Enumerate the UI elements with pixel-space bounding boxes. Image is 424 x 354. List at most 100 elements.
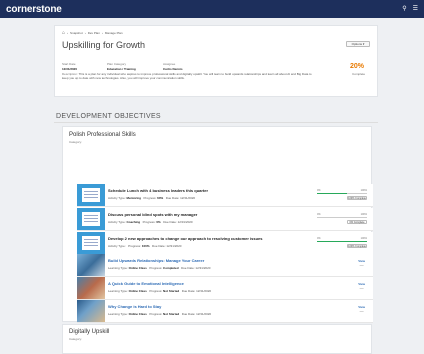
start-date-value: 12/31/2020 xyxy=(62,67,78,71)
breadcrumb-dev-plan[interactable]: Dev Plan xyxy=(88,31,100,35)
status-dash: — xyxy=(359,262,364,267)
plan-percent-label: Complete xyxy=(352,72,365,76)
item-title[interactable]: Develop 2 new approaches to change our a… xyxy=(108,236,263,241)
plan-category: Plan Category Education / Training xyxy=(107,62,136,71)
item-title[interactable]: Build Upwards Relationships: Manage Your… xyxy=(108,258,204,263)
item-meta: Learning Type: Online Class Progress: No… xyxy=(108,312,211,316)
complete-button[interactable]: 100% Complete xyxy=(347,244,367,248)
item-meta: Activity Type: Progress: 100% Due Date: … xyxy=(108,244,181,248)
due-label: Due Date: xyxy=(163,220,177,224)
complete-button[interactable]: 100% Complete xyxy=(347,196,367,200)
course-thumbnail[interactable] xyxy=(77,254,105,276)
plan-category-label: Plan Category xyxy=(107,62,127,66)
due-label: Due Date: xyxy=(165,196,180,200)
type-value: Mentoring xyxy=(126,196,141,200)
progress-max: 100% xyxy=(360,213,367,216)
type-value: Coaching xyxy=(126,220,141,224)
due-value: 12/31/2020 xyxy=(195,266,211,270)
chevron-right-icon: › xyxy=(84,31,86,35)
due-label: Due Date: xyxy=(181,289,196,293)
assignee: Assignee Curtis Dennis xyxy=(163,62,183,71)
progress-bar[interactable] xyxy=(317,193,367,194)
item-meta: Learning Type: Online Class Progress: Co… xyxy=(108,266,210,270)
top-bar: cornerstone ⚲ ☰ xyxy=(0,0,424,18)
breadcrumb-snapshot[interactable]: Snapshot xyxy=(70,31,83,35)
options-button[interactable]: Options ▾ xyxy=(346,41,370,47)
chevron-right-icon: › xyxy=(101,31,103,35)
progress-value: Not Started xyxy=(163,312,180,316)
list-item: A Quick Guide to Emotional Intelligence … xyxy=(77,277,373,300)
list-item: Develop 2 new approaches to change our a… xyxy=(77,232,373,255)
assignee-value: Curtis Dennis xyxy=(163,67,183,71)
progress-max: 100% xyxy=(360,189,367,192)
document-thumbnail[interactable] xyxy=(77,232,105,254)
progress-label: Progress: xyxy=(149,312,163,316)
due-value: 12/31/2020 xyxy=(180,196,196,200)
due-label: Due Date: xyxy=(181,312,196,316)
start-date-label: Start Date xyxy=(62,62,76,66)
objective-title[interactable]: Polish Professional Skills xyxy=(69,132,136,138)
search-icon[interactable]: ⚲ xyxy=(402,5,406,12)
progress-bar[interactable] xyxy=(317,217,367,218)
item-meta: Activity Type: Coaching Progress: 0% Due… xyxy=(108,220,193,224)
plan-percent: 20% xyxy=(349,63,364,70)
logo[interactable]: cornerstone xyxy=(6,4,62,15)
progress-label: Progress: xyxy=(149,266,163,270)
item-title[interactable]: A Quick Guide to Emotional Intelligence xyxy=(108,281,184,286)
complete-button[interactable]: 0% Complete xyxy=(347,220,367,224)
objective-title[interactable]: Digitally Upskill xyxy=(69,329,109,335)
due-label: Due Date: xyxy=(181,266,195,270)
objective-card: Polish Professional Skills Category: Sch… xyxy=(62,126,373,337)
type-value: Online Class xyxy=(128,289,147,293)
breadcrumb: ⌂ › Snapshot › Dev Plan › Manage Plan xyxy=(62,30,123,36)
item-title[interactable]: Discuss personal blind spots with my man… xyxy=(108,212,197,217)
breadcrumb-manage-plan: Manage Plan xyxy=(104,31,123,35)
document-thumbnail[interactable] xyxy=(77,208,105,230)
course-thumbnail[interactable] xyxy=(77,277,105,299)
item-meta: Learning Type: Online Class Progress: No… xyxy=(108,289,211,293)
progress-label: Progress: xyxy=(142,220,156,224)
progress-widget: 0% 100% 100% Complete xyxy=(317,237,367,248)
list-item: Why Change is Hard to Stay Learning Type… xyxy=(77,300,373,323)
progress-value: 100% xyxy=(141,244,150,248)
progress-label: Progress: xyxy=(149,289,163,293)
progress-fill xyxy=(317,241,367,242)
type-value: Online Class xyxy=(128,312,147,316)
due-value: 12/31/2020 xyxy=(196,312,212,316)
course-thumbnail[interactable] xyxy=(77,300,105,322)
section-title: DEVELOPMENT OBJECTIVES xyxy=(56,113,161,120)
view-box: View — xyxy=(358,282,365,290)
objective-category: Category: xyxy=(69,337,83,341)
assignee-label: Assignee xyxy=(163,62,176,66)
item-title[interactable]: Why Change is Hard to Stay xyxy=(108,304,161,309)
type-label: Learning Type: xyxy=(108,289,128,293)
type-label: Activity Type: xyxy=(108,220,126,224)
type-label: Learning Type: xyxy=(108,266,128,270)
progress-bar[interactable] xyxy=(317,241,367,242)
home-icon[interactable]: ⌂ xyxy=(62,30,65,36)
plan-header: ⌂ › Snapshot › Dev Plan › Manage Plan Up… xyxy=(54,25,378,97)
type-label: Activity Type: xyxy=(108,196,126,200)
progress-max: 100% xyxy=(360,237,367,240)
divider xyxy=(54,122,378,123)
view-box: View — xyxy=(358,259,365,267)
progress-widget: 0% 100% 100% Complete xyxy=(317,189,367,200)
item-title[interactable]: Schedule Lunch with 4 business leaders t… xyxy=(108,188,208,193)
progress-min: 0% xyxy=(317,237,321,240)
chevron-right-icon: › xyxy=(67,31,69,35)
progress-widget: 0% 100% 0% Complete xyxy=(317,213,367,224)
list-item: Discuss personal blind spots with my man… xyxy=(77,208,373,231)
progress-value: 0% xyxy=(156,220,161,224)
view-box: View — xyxy=(358,305,365,313)
type-value: Online Class xyxy=(128,266,147,270)
plan-category-value: Education / Training xyxy=(107,67,136,71)
plan-description: Description: This is a plan for any indi… xyxy=(62,72,312,80)
page-title: Upskilling for Growth xyxy=(62,40,146,50)
list-item: Build Upwards Relationships: Manage Your… xyxy=(77,254,373,277)
menu-icon[interactable]: ☰ xyxy=(413,5,418,12)
document-thumbnail[interactable] xyxy=(77,184,105,206)
progress-value: Completed xyxy=(163,266,179,270)
progress-min: 0% xyxy=(317,189,321,192)
type-label: Learning Type: xyxy=(108,312,128,316)
type-label: Activity Type: xyxy=(108,244,126,248)
